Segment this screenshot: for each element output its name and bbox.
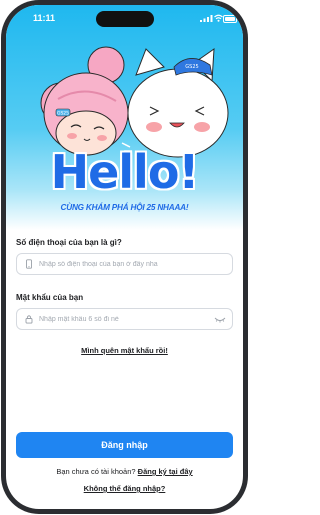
girl-clip-text: GS25 xyxy=(57,111,69,117)
login-form: Số điện thoại của bạn là gì? Mật khẩu củ… xyxy=(16,238,233,355)
phone-field[interactable] xyxy=(16,253,233,275)
lock-icon xyxy=(25,315,33,324)
forgot-password-link[interactable]: Mình quên mật khẩu rồi! xyxy=(16,346,233,355)
hero-tagline: CÙNG KHÁM PHÁ HỘI 25 NHAAA! xyxy=(60,203,189,212)
status-bar: 11:11 xyxy=(6,11,243,27)
wifi-icon xyxy=(214,14,223,22)
camera-notch xyxy=(96,11,154,27)
cat-mascot: GS25 xyxy=(121,47,229,158)
password-label: Mật khẩu của bạn xyxy=(16,293,84,302)
cannot-login-link[interactable]: Không thể đăng nhập? xyxy=(6,484,243,493)
cat-cap-text: GS25 xyxy=(185,64,198,70)
battery-icon xyxy=(223,15,237,23)
status-time: 11:11 xyxy=(33,13,56,23)
phone-icon xyxy=(26,259,32,269)
hero-title: Hello! xyxy=(50,145,200,199)
eye-hidden-icon[interactable] xyxy=(214,315,226,324)
girl-mascot: GS25 xyxy=(40,46,129,156)
password-input[interactable] xyxy=(39,315,199,323)
phone-input[interactable] xyxy=(39,260,199,268)
app-screen: 11:11 GS25 GS25 Hello! CÙNG KHÁM PHÁ HỘI… xyxy=(6,5,243,509)
signup-prompt: Bạn chưa có tài khoản? xyxy=(56,467,136,476)
phone-frame: 11:11 GS25 GS25 Hello! CÙNG KHÁM PHÁ HỘI… xyxy=(1,0,248,514)
password-field[interactable] xyxy=(16,308,233,330)
login-button[interactable]: Đăng nhập xyxy=(16,432,233,458)
hero-banner: 11:11 GS25 GS25 Hello! CÙNG KHÁM PHÁ HỘI… xyxy=(6,5,243,230)
signal-icon xyxy=(200,15,213,22)
phone-label: Số điện thoại của bạn là gì? xyxy=(16,238,122,247)
signup-link[interactable]: Đăng ký tại đây xyxy=(138,467,193,476)
signup-row: Bạn chưa có tài khoản? Đăng ký tại đây xyxy=(6,467,243,476)
